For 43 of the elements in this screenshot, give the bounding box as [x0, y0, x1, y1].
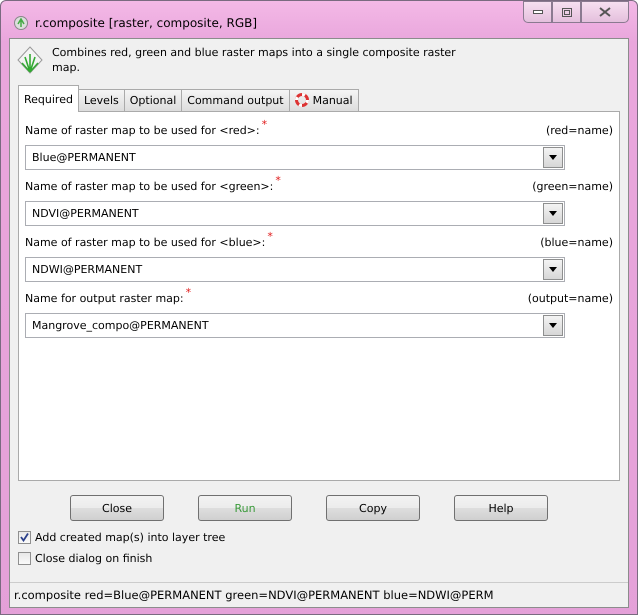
minimize-button[interactable]: [523, 1, 552, 23]
dropdown-arrow-icon: [549, 267, 557, 272]
dropdown-arrow-icon: [549, 211, 557, 216]
tab[interactable]: Manual: [288, 89, 359, 111]
checkbox-label: Add created map(s) into layer tree: [35, 531, 226, 544]
dialog-button[interactable]: Close: [70, 495, 164, 521]
map-dropdown[interactable]: NDVI@PERMANENT: [25, 201, 565, 226]
tab[interactable]: Required: [18, 85, 79, 112]
map-dropdown[interactable]: Mangrove_compo@PERMANENT: [25, 313, 565, 338]
field-label: Name of raster map to be used for <blue>:: [25, 236, 266, 249]
map-dropdown[interactable]: Blue@PERMANENT: [25, 145, 565, 170]
required-mark: *: [262, 118, 268, 131]
checkbox[interactable]: [18, 531, 31, 544]
dialog-button[interactable]: Copy: [326, 495, 420, 521]
app-icon: [13, 15, 29, 31]
status-bar: r.composite red=Blue@PERMANENT green=NDVI@PERMANENT blue=NDWI@PERM: [10, 582, 628, 607]
minimize-icon: [532, 10, 542, 14]
field-label: Name for output raster map:: [25, 292, 184, 305]
maximize-button[interactable]: [552, 1, 581, 23]
dialog-button[interactable]: Help: [454, 495, 548, 521]
close-button[interactable]: [581, 1, 629, 23]
maximize-icon: [562, 8, 572, 16]
parameter-key: (red=name): [546, 124, 613, 137]
close-icon: [599, 7, 611, 17]
module-description: Combines red, green and blue raster maps into a single composite raster map.: [52, 45, 457, 75]
tab[interactable]: Levels: [78, 89, 125, 111]
parameter-key: (output=name): [528, 292, 613, 305]
dropdown-arrow-icon: [549, 323, 557, 328]
required-mark: *: [275, 174, 281, 187]
field-label: Name of raster map to be used for <green>:: [25, 180, 274, 193]
window-title: r.composite [raster, composite, RGB]: [35, 16, 258, 30]
tab[interactable]: Optional: [124, 89, 182, 111]
field-label: Name of raster map to be used for <red>:: [25, 124, 260, 137]
map-dropdown[interactable]: NDWI@PERMANENT: [25, 257, 565, 282]
checkbox[interactable]: [18, 552, 31, 565]
required-mark: *: [267, 230, 273, 243]
required-mark: *: [186, 286, 192, 299]
dropdown-arrow-icon: [549, 155, 557, 160]
checkbox-label: Close dialog on finish: [35, 552, 152, 565]
parameter-key: (green=name): [532, 180, 613, 193]
parameter-key: (blue=name): [540, 236, 613, 249]
lifebuoy-icon: [294, 93, 309, 107]
tab[interactable]: Command output: [181, 89, 290, 111]
